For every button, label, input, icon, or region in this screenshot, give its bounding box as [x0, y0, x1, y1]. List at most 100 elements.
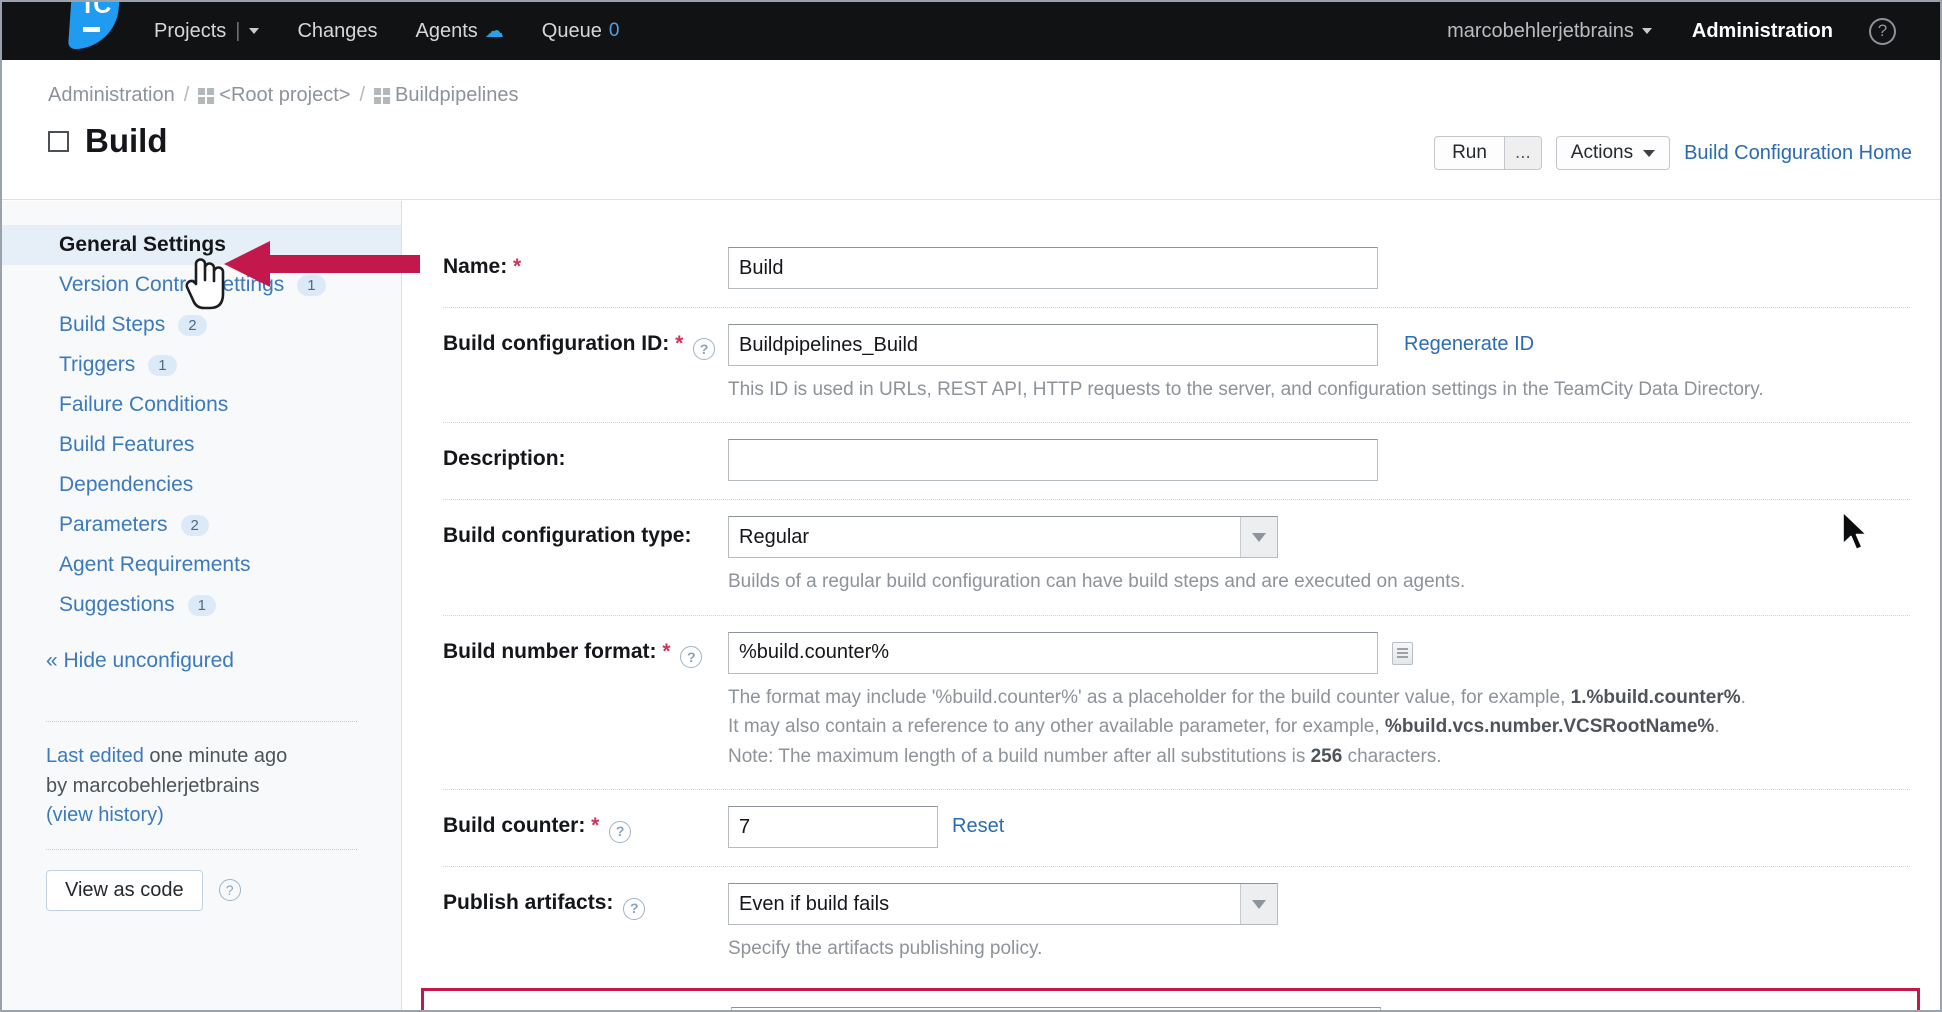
hint-text: The format may include '%build.counter%'… [728, 687, 1571, 708]
last-edited-label[interactable]: Last edited [46, 745, 144, 767]
artifact-paths-textarea[interactable] [731, 1007, 1381, 1010]
build-config-type-field-group: Regular Builds of a regular build config… [728, 516, 1910, 596]
build-config-id-input[interactable] [728, 324, 1378, 366]
required-marker: * [591, 814, 599, 837]
publish-artifacts-select[interactable]: Even if build fails [728, 883, 1278, 925]
settings-sidebar: General Settings Version Control Setting… [2, 201, 402, 1010]
reset-counter-link[interactable]: Reset [952, 806, 1004, 838]
nav-queue-label: Queue [542, 20, 602, 43]
help-icon[interactable]: ? [609, 821, 631, 843]
nav-item-queue[interactable]: Queue 0 [542, 20, 620, 43]
build-config-id-label: Build configuration ID: * ? [443, 324, 728, 404]
run-options-button[interactable]: ... [1504, 136, 1542, 170]
sidebar-item-triggers[interactable]: Triggers 1 [2, 345, 401, 385]
publish-artifacts-label: Publish artifacts: ? [443, 883, 728, 963]
nav-item-agents[interactable]: Agents ☁ [416, 20, 504, 43]
user-menu[interactable]: marcobehlerjetbrains [1447, 20, 1652, 43]
nav-right-group: marcobehlerjetbrains Administration ? [1447, 18, 1896, 45]
breadcrumb-item-buildpipelines[interactable]: Buildpipelines [374, 84, 518, 107]
form-row-artifact-paths: Artifact paths: ? [446, 1007, 1907, 1010]
required-marker: * [513, 255, 521, 278]
build-config-type-select[interactable]: Regular [728, 516, 1278, 558]
form-row-publish-artifacts: Publish artifacts: ? Even if build fails… [443, 867, 1910, 981]
queue-count-badge: 0 [609, 20, 620, 42]
sidebar-item-failure-conditions[interactable]: Failure Conditions [2, 385, 401, 425]
build-number-format-input[interactable] [728, 632, 1378, 674]
teamcity-admin-page: TC Projects | Changes Agents ☁ Queue 0 [0, 0, 1942, 1012]
hint-emphasis: %build.vcs.number.VCSRootName% [1385, 716, 1714, 737]
build-configuration-home-link[interactable]: Build Configuration Home [1684, 142, 1912, 165]
chevron-down-icon[interactable] [1642, 28, 1652, 34]
breadcrumb-buildpipelines-label: Buildpipelines [395, 84, 518, 106]
name-field-group [728, 247, 1910, 289]
actions-button[interactable]: Actions [1556, 136, 1670, 170]
nav-item-administration[interactable]: Administration [1692, 20, 1833, 43]
build-number-format-label-text: Build number format: [443, 640, 657, 663]
sidebar-item-badge: 1 [297, 275, 325, 296]
artifact-paths-field-group [731, 1007, 1907, 1010]
sidebar-item-parameters[interactable]: Parameters 2 [2, 505, 401, 545]
breadcrumb-item-administration[interactable]: Administration [48, 84, 175, 107]
form-row-name: Name: * [443, 231, 1910, 308]
sidebar-item-label: Dependencies [59, 473, 193, 497]
run-button[interactable]: Run [1434, 136, 1504, 170]
breadcrumb-item-root-project[interactable]: <Root project> [198, 84, 350, 107]
regenerate-id-link[interactable]: Regenerate ID [1404, 324, 1534, 356]
hint-text: It may also contain a reference to any o… [728, 716, 1385, 737]
build-counter-label-text: Build counter: [443, 814, 585, 837]
sidebar-item-dependencies[interactable]: Dependencies [2, 465, 401, 505]
sidebar-item-agent-requirements[interactable]: Agent Requirements [2, 545, 401, 585]
description-label-text: Description: [443, 447, 566, 470]
hint-line-3: Note: The maximum length of a build numb… [728, 742, 1910, 771]
sidebar-item-badge: 1 [188, 595, 216, 616]
view-as-code-button[interactable]: View as code [46, 870, 203, 911]
hide-unconfigured-link[interactable]: « Hide unconfigured [2, 649, 401, 673]
chevron-down-icon[interactable] [249, 28, 259, 34]
help-icon[interactable]: ? [1869, 18, 1896, 45]
sidebar-item-version-control-settings[interactable]: Version Control Settings 1 [2, 265, 401, 305]
sidebar-item-label: Version Control Settings [59, 273, 284, 297]
sidebar-item-label: Agent Requirements [59, 553, 250, 577]
nav-divider: | [235, 20, 240, 43]
last-edited-time: one minute ago [144, 745, 287, 767]
parameter-picker-button[interactable] [1392, 642, 1413, 665]
name-label: Name: * [443, 247, 728, 289]
nav-projects-label: Projects [154, 20, 226, 43]
hint-emphasis: 256 [1311, 746, 1343, 767]
chevron-down-icon [1643, 150, 1655, 157]
description-input[interactable] [728, 439, 1378, 481]
page-title-text: Build [85, 122, 167, 160]
sidebar-item-build-steps[interactable]: Build Steps 2 [2, 305, 401, 345]
build-number-format-hint: The format may include '%build.counter%'… [728, 683, 1910, 771]
build-config-icon [48, 131, 69, 152]
page-title: Build [48, 122, 167, 160]
help-icon[interactable]: ? [693, 338, 715, 360]
sidebar-item-build-features[interactable]: Build Features [2, 425, 401, 465]
sidebar-item-general-settings[interactable]: General Settings [2, 225, 401, 265]
hint-line-2: It may also contain a reference to any o… [728, 712, 1910, 741]
view-as-code-row: View as code ? [2, 850, 401, 911]
build-counter-field-group: Reset [728, 806, 1910, 848]
sidebar-item-suggestions[interactable]: Suggestions 1 [2, 585, 401, 625]
sidebar-item-badge: 1 [148, 355, 176, 376]
build-config-type-hint: Builds of a regular build configuration … [728, 567, 1910, 596]
help-icon[interactable]: ? [219, 879, 241, 901]
build-number-format-label: Build number format: * ? [443, 632, 728, 771]
view-history-link[interactable]: (view history) [46, 804, 164, 826]
help-icon[interactable]: ? [680, 646, 702, 668]
build-config-id-field-group: Regenerate ID This ID is used in URLs, R… [728, 324, 1910, 404]
nav-item-changes[interactable]: Changes [297, 20, 377, 43]
nav-item-projects[interactable]: Projects | [154, 20, 259, 43]
build-counter-input-row: Reset [728, 806, 1910, 848]
publish-artifacts-hint: Specify the artifacts publishing policy. [728, 934, 1910, 963]
last-edited-by: by marcobehlerjetbrains [46, 775, 259, 797]
form-row-build-counter: Build counter: * ? Reset [443, 790, 1910, 867]
name-input[interactable] [728, 247, 1378, 289]
build-config-id-input-row: Regenerate ID [728, 324, 1910, 366]
teamcity-logo-icon[interactable]: TC [60, 5, 122, 57]
actions-button-label: Actions [1571, 142, 1633, 164]
help-icon[interactable]: ? [623, 898, 645, 920]
build-counter-input[interactable] [728, 806, 938, 848]
sidebar-item-label: Suggestions [59, 593, 175, 617]
required-marker: * [675, 332, 683, 355]
